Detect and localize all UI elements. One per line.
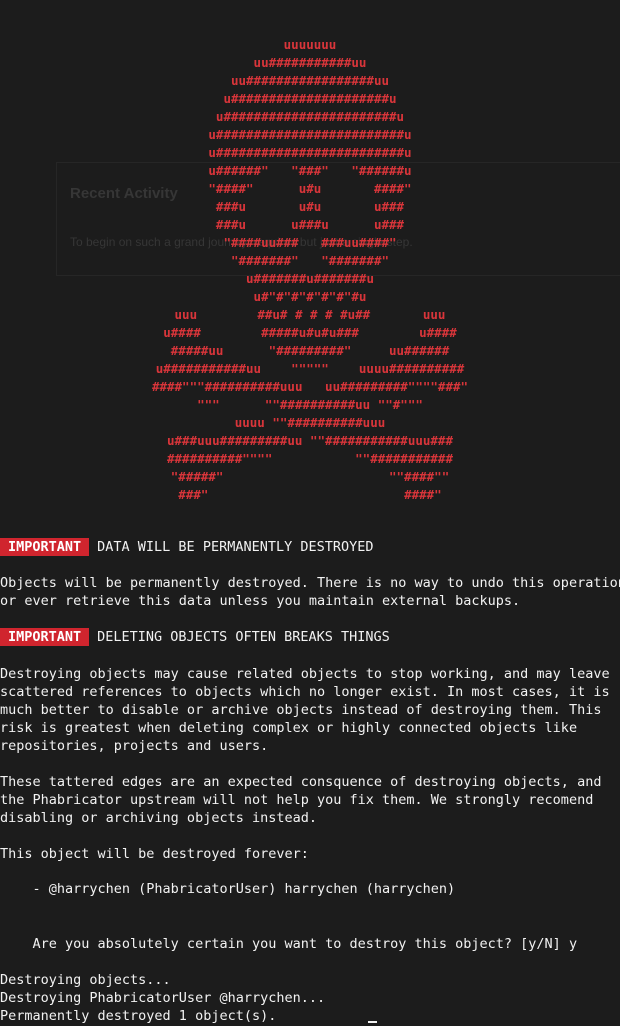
skull-art-line: uuuu ""##########uuu — [234, 415, 386, 430]
object-list-item: - @harrychen (PhabricatorUser) harrychen… — [0, 881, 456, 897]
skull-art-line: "####uu### ###uu####" — [223, 235, 397, 250]
skull-art-line: u#########################u — [208, 127, 412, 142]
skull-art-line: u######" "###" "######u — [208, 163, 412, 178]
destroy-forever-text: This object will be destroyed forever: — [0, 846, 309, 862]
skull-art-line: #####uu "#########" uu###### — [170, 343, 450, 358]
data-destroyed-text: Objects will be permanently destroyed. T… — [0, 575, 620, 609]
skull-art-line: "#######" "#######" — [230, 253, 390, 268]
skull-art-line: uu###########uu — [253, 55, 367, 70]
confirmation-prompt[interactable]: Are you absolutely certain you want to d… — [0, 935, 578, 953]
warning-header-data-destroyed: IMPORTANT DATA WILL BE PERMANENTLY DESTRO… — [0, 538, 374, 556]
skull-art-line: "#####" ""####"" — [170, 469, 450, 484]
warning-header-breaks-things: IMPORTANT DELETING OBJECTS OFTEN BREAKS T… — [0, 628, 390, 646]
skull-art-line: ###u u###u u### — [215, 217, 405, 232]
skull-art-line: """ ""##########uu ""#""" — [197, 397, 423, 412]
skull-art-line: ##########"""" ""########### — [167, 451, 453, 466]
skull-art-line: uu#################uu — [230, 73, 390, 88]
skull-art-line: u#######u#######u — [246, 271, 374, 286]
destroy-result-output: Destroying objects... Destroying Phabric… — [0, 972, 326, 1024]
skull-art-line: ###u u#u u### — [215, 199, 405, 214]
skull-ascii-art: uuuuuuu uu###########uu uu################… — [0, 36, 620, 504]
warning-heading: DELETING OBJECTS OFTEN BREAKS THINGS — [97, 629, 390, 645]
terminal-cursor — [368, 1021, 377, 1023]
warning-heading: DATA WILL BE PERMANENTLY DESTROYED — [97, 539, 374, 555]
skull-art-line: u#########################u — [208, 145, 412, 160]
skull-art-line: u#### #####u#u#u### u#### — [163, 325, 457, 340]
skull-art-line: "####" u#u ####" — [208, 181, 412, 196]
important-badge: IMPORTANT — [0, 538, 90, 556]
skull-art-line: ####"""##########uuu uu#########""""###" — [151, 379, 469, 394]
skull-art-line: u#######################u — [215, 109, 405, 124]
skull-art-line: uuuuuuu — [283, 37, 337, 52]
skull-art-line: u###########uu """"" uuuu########## — [155, 361, 465, 376]
skull-art-line: ###" ####" — [178, 487, 442, 502]
important-badge: IMPORTANT — [0, 628, 90, 646]
terminal-window[interactable]: Recent Activity To begin on such a grand… — [0, 0, 620, 1026]
skull-art-line: u#"#"#"#"#"#"#u — [253, 289, 367, 304]
skull-art-line: uuu ##u# # # # #u## uuu — [174, 307, 446, 322]
breaks-things-paragraph-2: These tattered edges are an expected con… — [0, 774, 602, 826]
breaks-things-paragraph-1: Destroying objects may cause related obj… — [0, 666, 610, 754]
skull-art-line: u###uuu#########uu ""###########uuu### — [167, 433, 453, 448]
skull-art-line: u#####################u — [223, 91, 397, 106]
